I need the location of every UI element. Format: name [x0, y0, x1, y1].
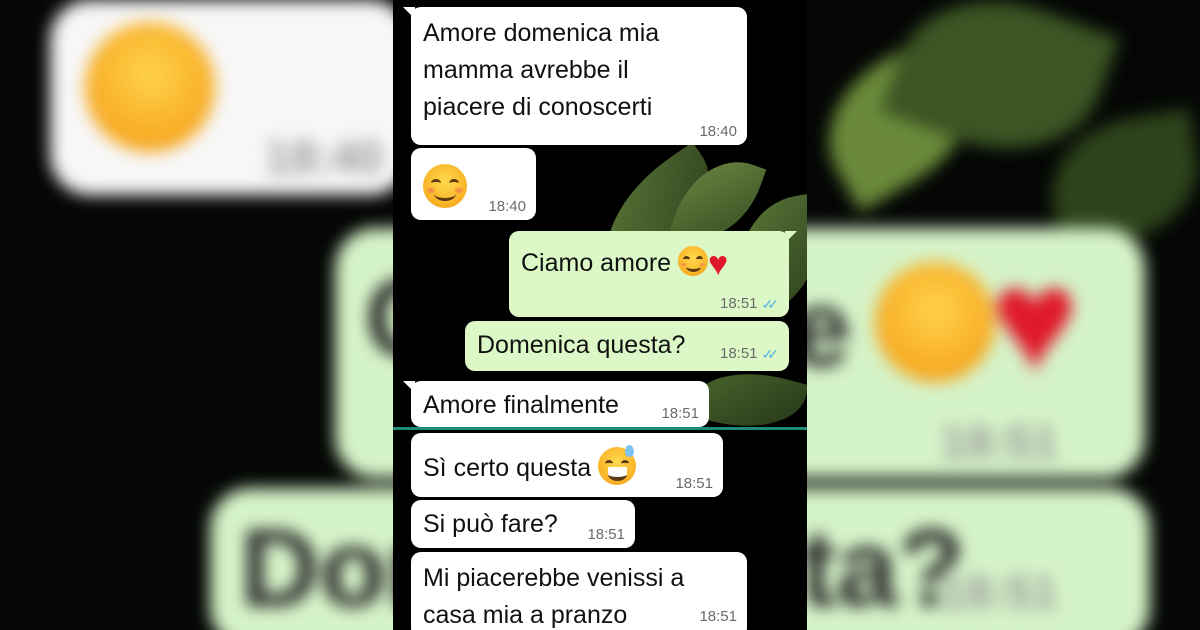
message-text: Mi piacerebbe venissi a casa mia a pranz…	[423, 564, 685, 629]
smiling-face-icon	[423, 164, 467, 208]
message-time: 18:51	[699, 608, 737, 626]
message-text: Sì certo questa	[423, 454, 592, 482]
time-label: 18:40	[699, 123, 737, 140]
message-time: 18:51	[675, 475, 713, 493]
message-time: 18:40	[488, 198, 526, 216]
time-label: 18:40	[488, 198, 526, 215]
bg-timestamp: 18:51	[940, 416, 1058, 468]
message-text: Amore finalmente	[423, 391, 619, 419]
message-time: 18:51 ✓✓	[720, 345, 779, 363]
time-label: 18:51	[661, 405, 699, 422]
bubble-tail	[785, 231, 797, 243]
message-time: 18:51 ✓✓	[720, 295, 779, 313]
grinning-sweat-icon	[598, 445, 637, 485]
message-bubble-outgoing[interactable]: Domenica questa? 18:51 ✓✓	[465, 321, 789, 371]
smiling-face-icon	[678, 246, 709, 276]
red-heart-icon: ♥	[708, 245, 729, 283]
message-time: 18:40	[699, 123, 737, 141]
time-label: 18:51	[719, 295, 758, 312]
message-bubble-incoming[interactable]: Amore finalmente 18:51	[403, 381, 709, 427]
bubble-tail	[403, 381, 415, 393]
double-check-icon: ✓✓	[761, 346, 780, 362]
message-bubble-incoming[interactable]: Sì certo questa 18:51	[411, 433, 723, 497]
message-text: Amore domenica mia mamma avrebbe il piac…	[423, 19, 660, 121]
smiling-face-icon	[85, 22, 215, 152]
bg-timestamp: 18:51	[940, 566, 1058, 618]
time-label: 18:51	[587, 526, 625, 543]
double-check-icon: ✓✓	[761, 296, 780, 312]
bubble-tail	[403, 7, 415, 19]
screenshot-divider	[393, 427, 807, 430]
smiling-face-icon	[875, 262, 995, 382]
time-label: 18:51	[699, 608, 737, 625]
message-time: 18:51	[661, 405, 699, 423]
message-bubble-incoming[interactable]: 18:40	[411, 148, 536, 220]
message-text: Ciamo amore	[521, 249, 672, 277]
bg-timestamp: 18:40	[265, 131, 383, 183]
chat-screen: Amore domenica mia mamma avrebbe il piac…	[393, 0, 807, 630]
message-bubble-incoming[interactable]: Mi piacerebbe venissi a casa mia a pranz…	[411, 552, 747, 630]
message-bubble-outgoing[interactable]: Ciamo amore ♥ 18:51 ✓✓	[509, 231, 797, 317]
time-label: 18:51	[675, 475, 713, 492]
message-bubble-incoming[interactable]: Si può fare? 18:51	[411, 500, 635, 548]
red-heart-icon: ♥	[990, 236, 1080, 404]
message-time: 18:51	[587, 526, 625, 544]
time-label: 18:51	[719, 345, 758, 362]
message-bubble-incoming[interactable]: Amore domenica mia mamma avrebbe il piac…	[403, 7, 747, 145]
